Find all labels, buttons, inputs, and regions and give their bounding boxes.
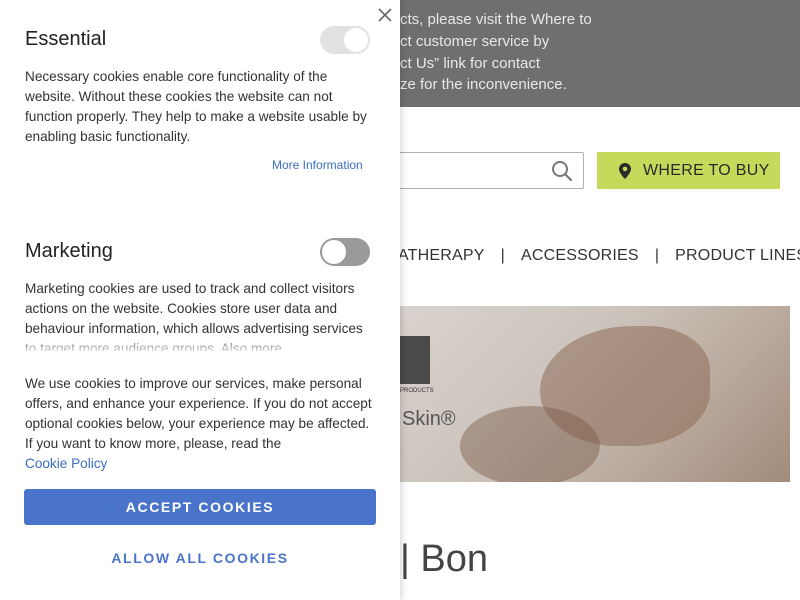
allow-all-cookies-button[interactable]: ALLOW ALL COOKIES: [24, 543, 376, 573]
page-title: | Bon: [400, 538, 489, 580]
toggle-knob: [344, 28, 368, 52]
where-to-buy-button[interactable]: WHERE TO BUY: [597, 152, 780, 189]
search-input[interactable]: [390, 152, 584, 189]
toggle-knob: [322, 240, 346, 264]
marketing-title: Marketing: [25, 240, 113, 262]
nav-item-aromatherapy[interactable]: ATHERAPY: [398, 247, 485, 265]
cookie-policy-link[interactable]: Cookie Policy: [25, 456, 107, 471]
hero-products-text: PRODUCTS: [400, 388, 434, 394]
hero-tagline: Skin®: [402, 408, 456, 430]
nav-item-product-lines[interactable]: PRODUCT LINES: [675, 247, 800, 265]
essential-title: Essential: [25, 28, 107, 50]
nav-separator: |: [500, 247, 506, 264]
more-information-link[interactable]: More Information: [272, 158, 363, 172]
scroll-fade: [0, 335, 400, 355]
map-pin-icon: [619, 162, 631, 179]
where-to-buy-label: WHERE TO BUY: [643, 161, 770, 179]
close-icon[interactable]: [376, 6, 394, 24]
essential-toggle[interactable]: [320, 26, 370, 54]
nav-item-accessories[interactable]: ACCESSORIES: [521, 247, 639, 265]
consent-footer-text: We use cookies to improve our services, …: [25, 374, 375, 474]
notice-line: ze for the inconvenience.: [400, 76, 567, 93]
notice-line: ct Us” link for contact: [400, 55, 541, 72]
search-icon[interactable]: [551, 160, 573, 182]
brand-logo: [400, 336, 430, 384]
consent-footer-body: We use cookies to improve our services, …: [25, 376, 372, 451]
notice-line: cts, please visit the Where to: [400, 11, 592, 28]
hero-banner-image[interactable]: PRODUCTS Skin®: [400, 306, 790, 482]
cookie-consent-panel: Essential Necessary cookies enable core …: [0, 0, 400, 600]
notice-line: ct customer service by: [400, 33, 550, 50]
essential-description: Necessary cookies enable core functional…: [25, 69, 367, 144]
hero-photo-shape: [460, 406, 600, 482]
nav-separator: |: [654, 247, 660, 264]
marketing-toggle[interactable]: [320, 238, 370, 266]
accept-cookies-button[interactable]: ACCEPT COOKIES: [24, 489, 376, 525]
main-nav: ATHERAPY | ACCESSORIES | PRODUCT LINES: [398, 243, 800, 269]
